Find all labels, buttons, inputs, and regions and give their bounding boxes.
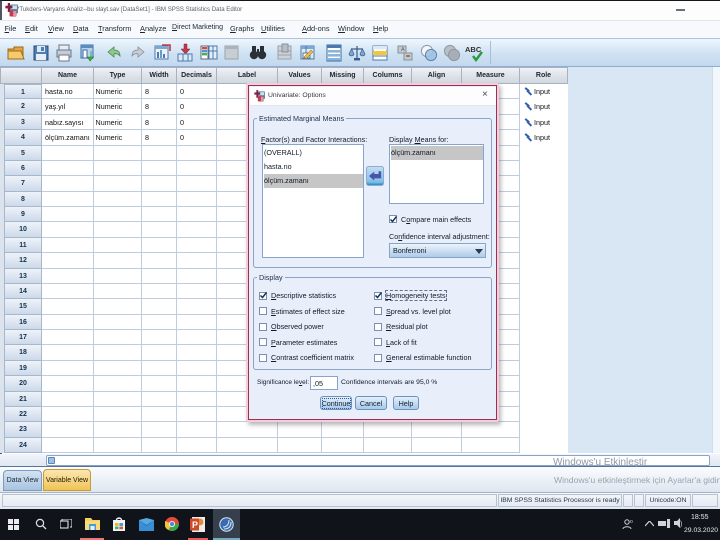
svg-text:P: P — [192, 520, 198, 530]
svg-text:): ) — [680, 521, 682, 528]
svg-text:ABC: ABC — [465, 45, 482, 54]
svg-text:o: o — [630, 519, 633, 525]
svg-text:A: A — [401, 47, 405, 53]
